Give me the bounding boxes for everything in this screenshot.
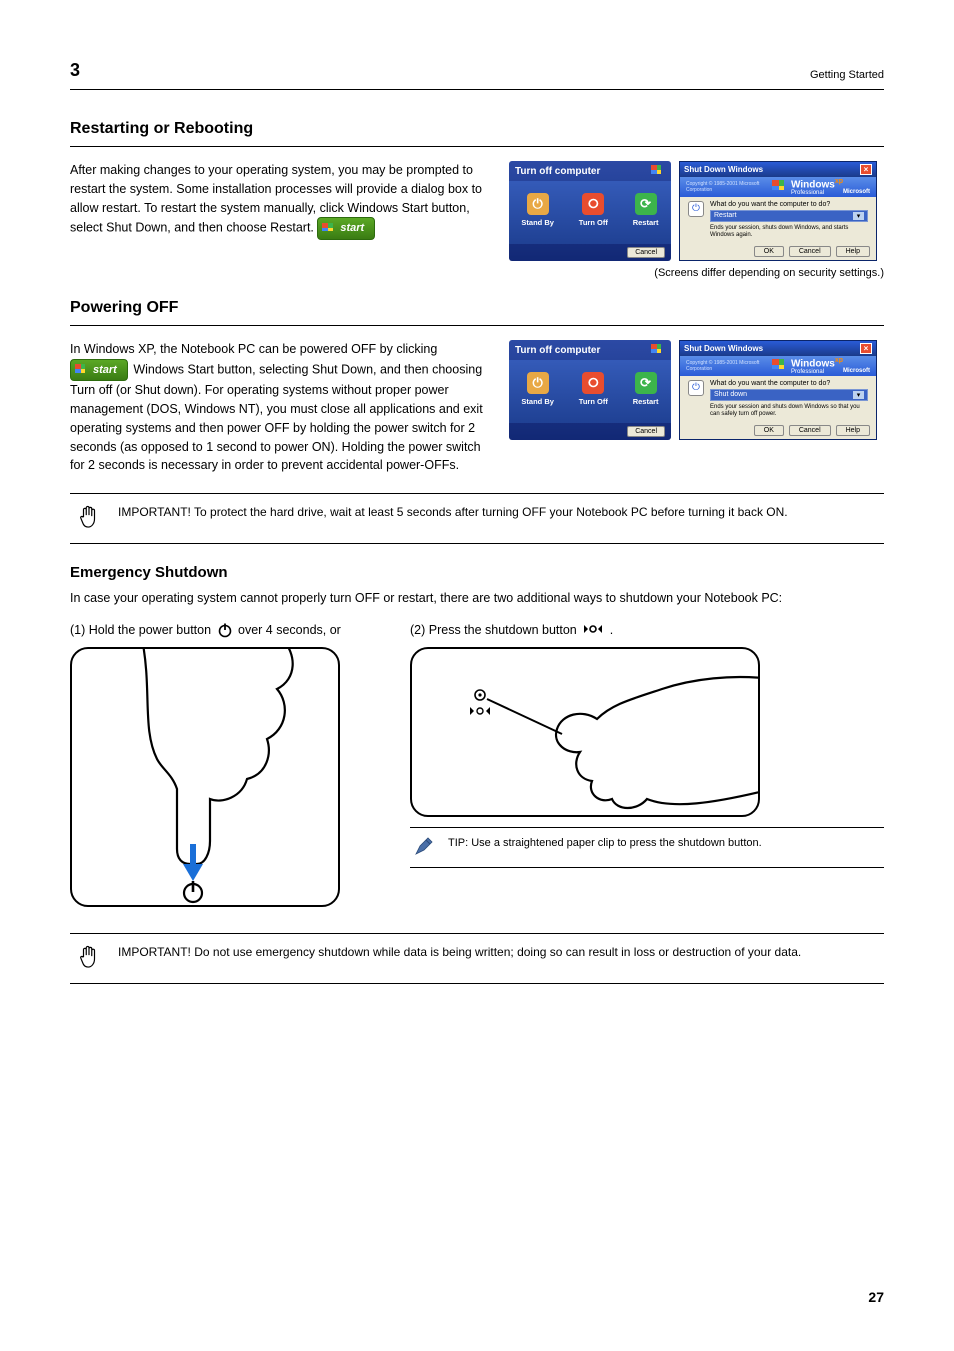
dialog-title: Turn off computer: [515, 345, 600, 356]
shutdown-icon: ⏻: [688, 380, 704, 396]
restart-button[interactable]: ⟳Restart: [633, 372, 659, 406]
header-separator: [70, 89, 884, 90]
section-title-emergency: Emergency Shutdown: [70, 564, 884, 581]
windows-flag-icon: [75, 364, 89, 376]
important-text-2: IMPORTANT! Do not use emergency shutdown…: [118, 944, 880, 961]
turn-off-dialog-blue: Turn off computer ⏻Stand By ⭘Turn Off ⟳R…: [509, 161, 671, 261]
option-description: Ends your session, shuts down Windows, a…: [710, 225, 868, 239]
chevron-down-icon: ▾: [853, 391, 864, 399]
section-title-poweroff: Powering OFF: [70, 299, 884, 317]
action-dropdown[interactable]: Restart▾: [710, 210, 868, 222]
restart-button[interactable]: ⟳Restart: [633, 193, 659, 227]
cancel-button[interactable]: Cancel: [789, 246, 831, 257]
turn-off-dialog-blue: Turn off computer ⏻Stand By ⭘Turn Off ⟳R…: [509, 340, 671, 440]
close-icon[interactable]: ×: [860, 164, 872, 175]
restart-body: After making changes to your operating s…: [70, 161, 489, 240]
option1-caption: (1) Hold the power button over 4 seconds…: [70, 622, 370, 640]
option-description: Ends your session and shuts down Windows…: [710, 404, 868, 418]
start-label: start: [340, 220, 364, 237]
action-dropdown[interactable]: Shut down▾: [710, 389, 868, 401]
ok-button[interactable]: OK: [754, 246, 784, 257]
shutdown-dialog-classic: Shut Down Windows × Copyright © 1985-200…: [679, 340, 877, 440]
tip-text: TIP: Use a straightened paper clip to pr…: [448, 836, 762, 851]
standby-button[interactable]: ⏻Stand By: [521, 372, 554, 406]
cancel-button[interactable]: Cancel: [627, 247, 665, 258]
tip-callout: TIP: Use a straightened paper clip to pr…: [410, 827, 884, 868]
important-callout: IMPORTANT! To protect the hard drive, wa…: [70, 493, 884, 544]
reset-icon: [582, 622, 604, 640]
windows-logo: WindowsxpProfessional: [772, 178, 843, 196]
hand-stop-icon: [78, 504, 100, 530]
copyright: Copyright © 1985-2001 Microsoft Corporat…: [686, 181, 772, 193]
power-icon: [217, 622, 233, 638]
help-button[interactable]: Help: [836, 425, 870, 436]
prompt-text: What do you want the computer to do?: [710, 201, 868, 208]
shutdown-dialog-classic: Shut Down Windows × Copyright © 1985-200…: [679, 161, 877, 261]
page-number: 27: [868, 1289, 884, 1305]
microsoft-label: Microsoft: [843, 368, 870, 374]
important-callout-2: IMPORTANT! Do not use emergency shutdown…: [70, 933, 884, 984]
emergency-body: In case your operating system cannot pro…: [70, 589, 884, 608]
screens-caption: (Screens differ depending on security se…: [70, 267, 884, 279]
start-label: start: [93, 362, 117, 379]
windows-logo: WindowsxpProfessional: [772, 357, 843, 375]
reset-pin-illustration: [410, 647, 760, 817]
important-text: IMPORTANT! To protect the hard drive, wa…: [118, 504, 880, 521]
shutdown-icon: ⏻: [688, 201, 704, 217]
help-button[interactable]: Help: [836, 246, 870, 257]
standby-button[interactable]: ⏻Stand By: [521, 193, 554, 227]
windows-flag-icon: [651, 165, 665, 177]
power-hold-illustration: [70, 647, 340, 907]
cancel-button[interactable]: Cancel: [789, 425, 831, 436]
chapter-title: Getting Started: [810, 69, 884, 81]
section-title-restart: Restarting or Rebooting: [70, 120, 884, 138]
cancel-button[interactable]: Cancel: [627, 426, 665, 437]
windows-flag-icon: [651, 344, 665, 356]
microsoft-label: Microsoft: [843, 189, 870, 195]
separator: [70, 146, 884, 147]
start-button[interactable]: start: [317, 217, 375, 240]
turnoff-button[interactable]: ⭘Turn Off: [579, 372, 608, 406]
prompt-text: What do you want the computer to do?: [710, 380, 868, 387]
dialog-title: Shut Down Windows: [684, 344, 763, 353]
turnoff-button[interactable]: ⭘Turn Off: [579, 193, 608, 227]
copyright: Copyright © 1985-2001 Microsoft Corporat…: [686, 360, 772, 372]
poweroff-body: In Windows XP, the Notebook PC can be po…: [70, 340, 489, 475]
hand-stop-icon: [78, 944, 100, 970]
chevron-down-icon: ▾: [853, 212, 864, 220]
start-button[interactable]: start: [70, 359, 128, 382]
ok-button[interactable]: OK: [754, 425, 784, 436]
dialog-title: Shut Down Windows: [684, 165, 763, 174]
windows-flag-icon: [322, 223, 336, 235]
separator: [70, 325, 884, 326]
close-icon[interactable]: ×: [860, 343, 872, 354]
dialog-title: Turn off computer: [515, 166, 600, 177]
pen-tip-icon: [414, 836, 434, 856]
option2-caption: (2) Press the shutdown button .: [410, 622, 884, 640]
chapter-number: 3: [70, 60, 80, 80]
